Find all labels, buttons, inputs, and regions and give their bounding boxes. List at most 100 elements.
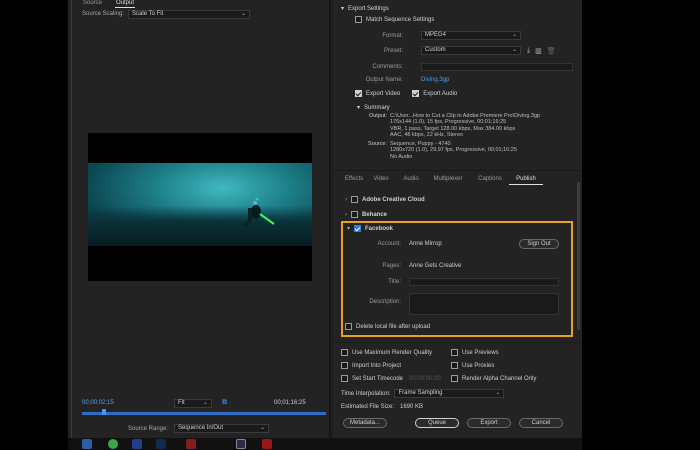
preset-row: Preset: Custom ⌄ ⤓ ▥ 🗑	[353, 46, 556, 55]
tab-captions[interactable]: Captions	[471, 176, 509, 185]
fit-value: Fit	[178, 400, 185, 406]
source-label: Source:	[368, 141, 387, 147]
format-dropdown[interactable]: MPEG4 ⌄	[421, 31, 521, 40]
behance-row[interactable]: › Behance	[345, 211, 387, 218]
render-alpha-checkbox[interactable]	[451, 375, 458, 382]
import-project-checkbox[interactable]	[341, 362, 348, 369]
facebook-row[interactable]: ▾ Facebook	[347, 225, 393, 232]
settings-scrollbar[interactable]	[577, 182, 580, 330]
tab-output[interactable]: Output	[115, 0, 136, 8]
title-input[interactable]	[409, 278, 559, 286]
app-icon[interactable]	[262, 439, 272, 449]
title-row: Title:	[347, 278, 559, 286]
panel-edge	[71, 0, 72, 450]
video-frame	[88, 163, 312, 246]
acrobat-icon[interactable]	[186, 439, 196, 449]
tab-publish[interactable]: Publish	[509, 176, 543, 185]
source-range-row: Source Range: Sequence In/Out ⌄	[128, 424, 270, 433]
use-previews-label: Use Previews	[462, 349, 499, 356]
max-render-checkbox[interactable]	[341, 349, 348, 356]
file-size-label: Estimated File Size:	[341, 404, 395, 410]
start-timecode-row[interactable]: Set Start Timecode 00;00;00;00	[341, 375, 441, 382]
summary-header[interactable]: ▾ Summary	[357, 104, 390, 112]
import-project-row[interactable]: Import Into Project	[341, 362, 401, 369]
preset-dropdown[interactable]: Custom ⌄	[421, 46, 521, 55]
facebook-label: Facebook	[365, 225, 394, 232]
render-alpha-row[interactable]: Render Alpha Channel Only	[451, 375, 536, 382]
save-preset-icon[interactable]: ⤓	[527, 47, 530, 55]
format-value: MPEG4	[425, 32, 447, 38]
summary-output: Output: C:\User...How to Cut a Clip in A…	[353, 113, 540, 138]
diver-image	[242, 198, 275, 228]
source-scaling-row: Source Scaling: Scale To Fit ⌄	[82, 9, 251, 19]
comments-input[interactable]	[421, 63, 573, 71]
max-render-row[interactable]: Use Maximum Render Quality	[341, 349, 432, 356]
timecode-start[interactable]: 00;00;02;15	[82, 400, 114, 406]
chevron-down-icon: ⌄	[511, 47, 517, 53]
app-icon[interactable]	[82, 439, 92, 449]
tab-source[interactable]: Source	[82, 0, 103, 8]
match-sequence-row[interactable]: Match Sequence Settings	[355, 16, 434, 23]
safe-margins-icon[interactable]: ⧉	[222, 399, 227, 407]
chrome-icon[interactable]	[108, 439, 118, 449]
source-range-dropdown[interactable]: Sequence In/Out ⌄	[174, 424, 270, 433]
tab-multiplexer[interactable]: Multiplexer	[425, 176, 471, 185]
lightroom-icon[interactable]	[156, 439, 166, 449]
timeline-bar: 00;00;02;15 Fit ⌄ ⧉ 00;01;16;25	[82, 396, 326, 424]
format-row: Format: MPEG4 ⌄	[353, 31, 521, 40]
time-interpolation-dropdown[interactable]: Frame Sampling ⌄	[394, 389, 505, 398]
queue-button[interactable]: Queue	[415, 418, 459, 428]
output-line: AAC, 48 kbps, 22 kHz, Stereo	[390, 131, 464, 138]
time-interpolation-label: Time Interpolation:	[341, 390, 391, 397]
timeline-track[interactable]	[82, 412, 326, 415]
format-label: Format:	[382, 32, 403, 39]
match-sequence-label: Match Sequence Settings	[366, 16, 435, 23]
fit-dropdown[interactable]: Fit ⌄	[174, 399, 212, 408]
behance-checkbox[interactable]	[351, 211, 358, 218]
tab-effects[interactable]: Effects	[343, 176, 365, 185]
delete-local-row[interactable]: Delete local file after upload	[345, 323, 430, 330]
settings-tabs: Effects Video Audio Multiplexer Captions…	[343, 176, 543, 185]
output-name-link[interactable]: Diving.3gp	[421, 77, 449, 83]
output-name-label: Output Name:	[365, 77, 403, 83]
behance-label: Behance	[362, 211, 388, 218]
output-name-row: Output Name: Diving.3gp	[353, 77, 450, 83]
adobe-cc-checkbox[interactable]	[351, 196, 358, 203]
export-settings-header[interactable]: ▾ Export Settings	[341, 5, 389, 13]
start-timecode-checkbox[interactable]	[341, 375, 348, 382]
use-previews-checkbox[interactable]	[451, 349, 458, 356]
metadata-button[interactable]: Metadata...	[343, 418, 387, 428]
cancel-button[interactable]: Cancel	[519, 418, 563, 428]
chevron-down-icon: ▾	[347, 226, 351, 232]
export-button[interactable]: Export	[467, 418, 511, 428]
premiere-icon[interactable]	[236, 439, 246, 449]
chevron-down-icon: ▾	[341, 6, 345, 12]
import-preset-icon[interactable]: ▥	[535, 47, 542, 55]
delete-local-checkbox[interactable]	[345, 323, 352, 330]
edge-icon[interactable]	[132, 439, 142, 449]
playhead-handle[interactable]	[102, 409, 106, 415]
match-sequence-checkbox[interactable]	[355, 16, 362, 23]
taskbar	[68, 438, 582, 450]
source-line: 1280x720 (1.0), 29.97 fps, Progressive, …	[390, 147, 517, 154]
output-label: Output:	[368, 113, 387, 119]
tab-audio[interactable]: Audio	[397, 176, 425, 185]
use-proxies-checkbox[interactable]	[451, 362, 458, 369]
source-scaling-dropdown[interactable]: Scale To Fit ⌄	[128, 9, 251, 19]
description-input[interactable]	[409, 293, 559, 315]
chevron-right-icon: ›	[345, 196, 347, 203]
tab-video[interactable]: Video	[365, 176, 397, 185]
use-previews-row[interactable]: Use Previews	[451, 349, 499, 356]
start-timecode-value[interactable]: 00;00;00;00	[409, 376, 441, 382]
export-video-checkbox[interactable]	[355, 90, 362, 97]
use-proxies-row[interactable]: Use Proxies	[451, 362, 494, 369]
chevron-down-icon: ⌄	[495, 390, 501, 396]
sign-out-button[interactable]: Sign Out	[519, 239, 559, 249]
chevron-down-icon: ▾	[357, 105, 361, 111]
account-label: Account:	[377, 241, 401, 247]
export-audio-checkbox[interactable]	[412, 90, 420, 97]
adobe-cc-row[interactable]: › Adobe Creative Cloud	[345, 196, 425, 203]
facebook-checkbox[interactable]	[354, 225, 362, 232]
delete-preset-icon[interactable]: 🗑	[547, 47, 556, 55]
delete-local-label: Delete local file after upload	[356, 323, 431, 330]
